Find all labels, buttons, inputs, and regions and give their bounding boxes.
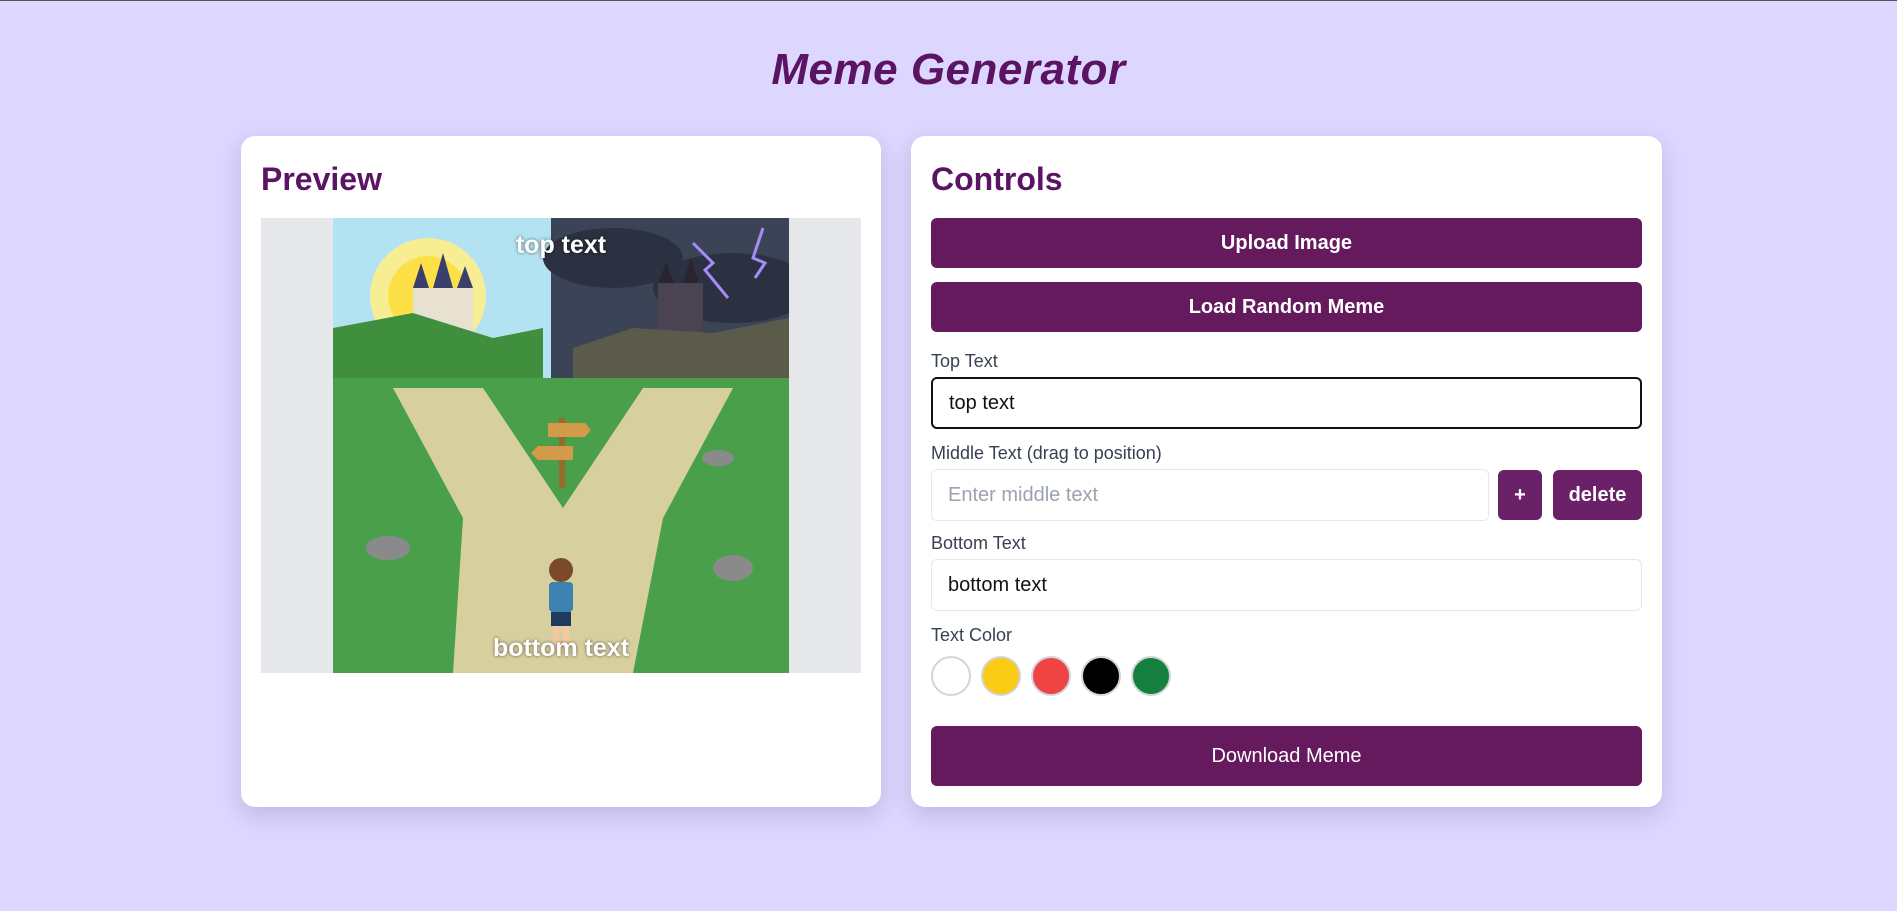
preview-heading: Preview [261,161,382,197]
bottom-text-label: Bottom Text [931,533,1026,553]
bottom-text-input[interactable]: bottom text [931,559,1642,611]
meme-canvas: top text bottom text [261,218,861,673]
text-color-label: Text Color [931,625,1013,645]
controls-card: Controls Upload Image Load Random Meme T… [911,136,1662,807]
meme-top-text[interactable]: top text [333,231,789,260]
upload-image-button[interactable]: Upload Image [931,218,1642,268]
color-swatch-white[interactable] [931,656,971,696]
controls-heading: Controls [931,161,1063,197]
download-meme-button[interactable]: Download Meme [931,726,1642,786]
add-middle-text-button[interactable]: + [1498,470,1542,520]
page-title: Meme Generator [771,45,1126,94]
color-swatch-black[interactable] [1081,656,1121,696]
top-text-input[interactable]: top text [931,377,1642,429]
color-swatch-green[interactable] [1131,656,1171,696]
meme-image: top text bottom text [333,218,789,673]
delete-middle-text-button[interactable]: delete [1553,470,1642,520]
preview-card: Preview top text bottom text [241,136,881,807]
meme-bottom-text[interactable]: bottom text [333,634,789,663]
meme-illustration [333,218,789,673]
color-swatch-red[interactable] [1031,656,1071,696]
top-text-label: Top Text [931,351,998,371]
color-swatch-yellow[interactable] [981,656,1021,696]
middle-text-label: Middle Text (drag to position) [931,443,1162,463]
middle-text-input[interactable]: Enter middle text [931,469,1489,521]
load-random-meme-button[interactable]: Load Random Meme [931,282,1642,332]
